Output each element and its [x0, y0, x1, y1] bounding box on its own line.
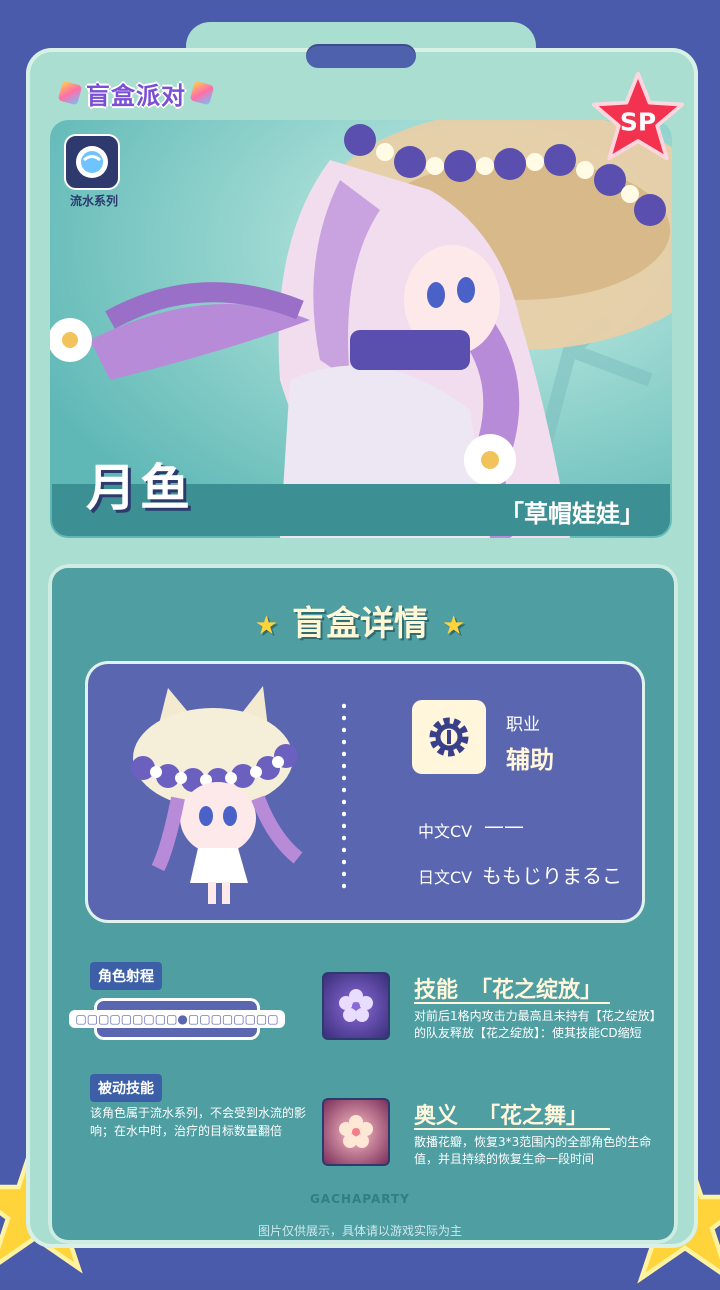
cv-cn-value: ——	[484, 814, 524, 838]
character-name: 月鱼	[86, 459, 194, 517]
card-hanger-slot	[306, 44, 416, 68]
skill-flower-icon	[322, 972, 390, 1040]
skill-type: 技能	[414, 978, 459, 1003]
gachaparty-watermark: GACHAPARTY	[310, 1192, 410, 1206]
range-grid: ▢▢▢▢▢▢▢▢▢●▢▢▢▢▢▢▢▢	[69, 998, 285, 1040]
passive-label: 被动技能	[90, 1074, 162, 1102]
game-logo: 盲盒派对	[57, 76, 215, 110]
class-value: 辅助	[506, 746, 554, 774]
skill-underline	[414, 1002, 610, 1004]
ultimate-flower-icon	[322, 1098, 390, 1166]
footer-note: 图片仅供展示，具体请以游戏实际为主	[257, 1224, 462, 1238]
skill-name: 「花之绽放」	[470, 978, 603, 1003]
class-label: 职业	[506, 715, 540, 735]
cv-jp-label: 日文CV	[418, 868, 473, 887]
star-icon: ★	[254, 610, 278, 641]
water-drop-icon	[64, 134, 120, 190]
star-icon: ★	[442, 610, 466, 641]
sp-rarity-badge: SP	[591, 71, 685, 161]
section-title: ★ 盲盒详情 ★	[254, 604, 466, 644]
cv-cn-label: 中文CV	[418, 822, 473, 841]
character-title: 「草帽娃娃」	[500, 500, 644, 528]
range-cells: ▢▢▢▢▢▢▢▢▢●▢▢▢▢▢▢▢▢	[69, 1010, 285, 1028]
skill-description: 对前后1格内攻击力最高且未持有【花之绽放】的队友释放【花之绽放】：使其技能CD缩…	[414, 1009, 662, 1040]
dice-icon	[57, 80, 83, 106]
divider	[342, 700, 346, 890]
passive-description: 该角色属于流水系列，不会受到水流的影响；在水中时，治疗的目标数量翻倍	[90, 1106, 307, 1138]
cv-jp-value: ももじりまるこ	[482, 864, 622, 888]
ultimate-type: 奥义	[414, 1104, 459, 1129]
flower-icon	[464, 434, 516, 486]
svg-text:SP: SP	[620, 107, 656, 136]
series-label: 流水系列	[69, 194, 118, 208]
flower-icon	[50, 318, 92, 362]
series-badge: 流水系列	[64, 134, 124, 210]
ultimate-name: 「花之舞」	[478, 1104, 589, 1129]
ultimate-description: 散播花瓣，恢复3*3范围内的全部角色的生命值，并且持续的恢复生命一段时间	[414, 1135, 652, 1166]
chibi-figure	[131, 686, 303, 904]
dice-icon	[189, 80, 215, 106]
gear-wrench-icon	[412, 700, 486, 774]
range-label: 角色射程	[90, 962, 162, 990]
ultimate-underline	[414, 1128, 610, 1130]
